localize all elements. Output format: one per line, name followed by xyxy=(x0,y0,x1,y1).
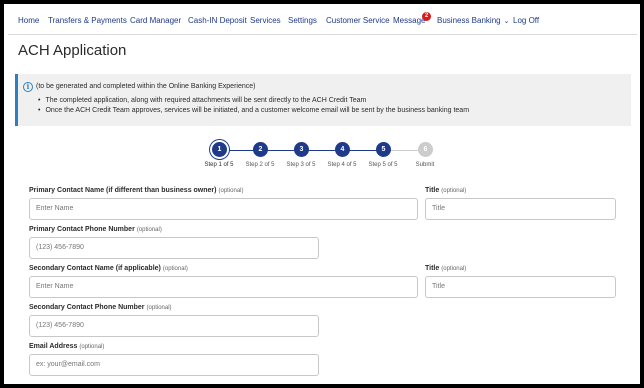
nav-business-banking-label: Business Banking xyxy=(437,16,501,25)
top-nav: Home Transfers & Payments Card Manager C… xyxy=(8,8,637,35)
step-4-indicator[interactable]: 4 xyxy=(335,142,350,157)
optional-tag: (optional) xyxy=(79,344,105,350)
primary-title-label: Title (optional) xyxy=(425,187,466,194)
step-connector xyxy=(267,150,295,151)
label-text: Primary Contact Name (if different than … xyxy=(29,187,217,194)
optional-tag: (optional) xyxy=(441,266,467,272)
app-window: Home Transfers & Payments Card Manager C… xyxy=(8,8,637,382)
step-connector xyxy=(308,150,336,151)
step-5-indicator[interactable]: 5 xyxy=(376,142,391,157)
email-address-label: Email Address (optional) xyxy=(29,343,104,350)
secondary-contact-phone-input[interactable]: (123) 456-7890 xyxy=(29,315,319,337)
screenshot-frame: Home Transfers & Payments Card Manager C… xyxy=(0,0,644,388)
secondary-title-input[interactable]: Title xyxy=(425,276,616,298)
primary-contact-name-input[interactable]: Enter Name xyxy=(29,198,418,220)
secondary-contact-phone-label: Secondary Contact Phone Number (optional) xyxy=(29,304,172,311)
primary-contact-phone-label: Primary Contact Phone Number (optional) xyxy=(29,226,162,233)
secondary-contact-name-input[interactable]: Enter Name xyxy=(29,276,418,298)
primary-contact-phone-input[interactable]: (123) 456-7890 xyxy=(29,237,319,259)
optional-tag: (optional) xyxy=(136,227,162,233)
submit-step-indicator: 6 xyxy=(418,142,433,157)
message-count-badge: 2 xyxy=(422,12,431,21)
submit-step-label: Submit xyxy=(415,162,435,168)
optional-tag: (optional) xyxy=(162,266,188,272)
label-text: Secondary Contact Name (if applicable) xyxy=(29,265,161,272)
step-2-indicator[interactable]: 2 xyxy=(253,142,268,157)
step-connector xyxy=(226,150,254,151)
page-title: ACH Application xyxy=(18,42,127,59)
primary-title-input[interactable]: Title xyxy=(425,198,616,220)
info-notice: i (to be generated and completed within … xyxy=(15,74,631,126)
secondary-contact-name-label: Secondary Contact Name (if applicable) (o… xyxy=(29,265,188,272)
nav-settings[interactable]: Settings xyxy=(288,16,317,25)
step-3-indicator[interactable]: 3 xyxy=(294,142,309,157)
nav-customer-service[interactable]: Customer Service xyxy=(326,16,390,25)
chevron-down-icon: ⌄ xyxy=(503,18,510,25)
notice-intro: (to be generated and completed within th… xyxy=(36,83,256,90)
notice-bullet: Once the ACH Credit Team approves, servi… xyxy=(38,107,469,114)
step-connector xyxy=(349,150,377,151)
notice-bullet: The completed application, along with re… xyxy=(38,97,366,104)
nav-cash-in-deposit[interactable]: Cash-IN Deposit xyxy=(188,16,247,25)
nav-home[interactable]: Home xyxy=(18,16,39,25)
info-icon: i xyxy=(23,82,33,92)
step-1-indicator[interactable]: 1 xyxy=(212,142,227,157)
optional-tag: (optional) xyxy=(218,188,244,194)
email-address-input[interactable]: ex: your@email.com xyxy=(29,354,319,376)
nav-log-off[interactable]: Log Off xyxy=(513,16,539,25)
nav-transfers-payments[interactable]: Transfers & Payments xyxy=(48,16,127,25)
nav-services[interactable]: Services xyxy=(250,16,281,25)
step-connector xyxy=(390,150,418,151)
label-text: Secondary Contact Phone Number xyxy=(29,304,145,311)
label-text: Email Address xyxy=(29,343,78,350)
secondary-title-label: Title (optional) xyxy=(425,265,466,272)
optional-tag: (optional) xyxy=(441,188,467,194)
nav-card-manager[interactable]: Card Manager xyxy=(130,16,181,25)
primary-contact-name-label: Primary Contact Name (if different than … xyxy=(29,187,244,194)
label-text: Title xyxy=(425,187,440,194)
nav-message[interactable]: Message xyxy=(393,16,425,25)
label-text: Primary Contact Phone Number xyxy=(29,226,135,233)
label-text: Title xyxy=(425,265,440,272)
optional-tag: (optional) xyxy=(146,305,172,311)
nav-business-banking[interactable]: Business Banking ⌄ xyxy=(437,16,509,25)
